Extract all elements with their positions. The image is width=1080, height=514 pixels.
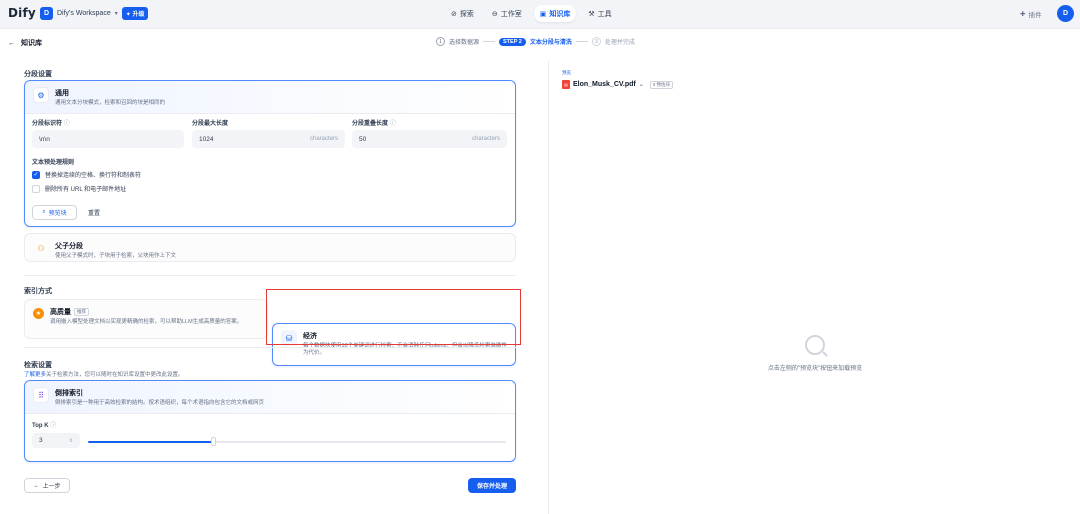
main-panel: ← 知识库 1 选择数据源 STEP 2 文本分段与清洗 3 处理并完成 分段设… [0, 28, 1080, 514]
file-selector[interactable]: ▤ Elon_Musk_CV.pdf ⌄ 0 预估块 [562, 80, 674, 89]
topk-label: Top K ⓘ [32, 423, 57, 429]
index-section-title: 索引方式 [24, 288, 52, 295]
high-quality-desc: 调用嵌入模型处理文档以实现更精确的检索，可以帮助LLM生成高质量的答案。 [50, 319, 243, 325]
topk-slider-fill [88, 441, 214, 443]
inverted-index-desc: 倒排索引是一种用于高效检索的结构。按术语组织，每个术语指向包含它的文档或网页 [55, 400, 265, 406]
inverted-index-card[interactable]: ⠿ 倒排索引 倒排索引是一种用于高效检索的结构。按术语组织，每个术语指向包含它的… [24, 380, 516, 462]
max-length-label: 分段最大长度 [192, 121, 229, 127]
preprocess-title: 文本预处理规则 [32, 160, 75, 166]
arrow-left-icon: ← [33, 482, 40, 489]
parent-child-desc: 使用父子模式时，子块用于检索，父块用作上下文 [55, 253, 177, 259]
section-divider [24, 347, 516, 348]
economy-desc: 每个数据块使用10个关键词进行检索，不会消耗任何tokens，但会以降低检索准确… [303, 343, 507, 357]
recommended-badge: 推荐 [74, 308, 89, 316]
general-mode-header: ⚙ 通用 通用文本分块模式，检索和召回的块是相同的 [25, 81, 515, 115]
nav-tools[interactable]: ⚒ 工具 [582, 5, 617, 22]
user-avatar[interactable]: D [1057, 5, 1074, 22]
learn-more-link[interactable]: 了解更多 [24, 372, 46, 378]
preview-label: 预览 [562, 70, 571, 75]
retrieval-subtitle: 了解更多关于检索方法，您可以随时在知识库设置中更改此设置。 [24, 372, 184, 378]
topk-slider[interactable] [88, 437, 506, 446]
max-length-input[interactable]: 1024 characters [192, 130, 345, 148]
star-icon: ★ [33, 308, 44, 319]
nav-knowledge[interactable]: ▣ 知识库 [533, 5, 577, 22]
tool-icon: ⚒ [588, 10, 595, 18]
robot-icon: ⊖ [491, 10, 498, 18]
step1-label: 选择数据源 [449, 40, 480, 46]
reset-button[interactable]: 重置 [81, 205, 107, 220]
step2-label: 文本分段与清洗 [529, 40, 572, 46]
previous-step-button[interactable]: ← 上一步 [24, 478, 70, 493]
inverted-index-title: 倒排索引 [55, 390, 83, 397]
parent-child-mode-card[interactable]: ⚇ 父子分段 使用父子模式时，子块用于检索，父块用作上下文 [24, 233, 516, 262]
rule-remove-urls[interactable]: 删除所有 URL 和电子邮件地址 [32, 184, 126, 193]
chevron-down-icon: ⌄ [638, 82, 644, 88]
overlap-label: 分段重叠长度 ⓘ [352, 121, 396, 127]
compass-icon: ⊘ [451, 10, 457, 18]
checkbox-checked[interactable]: ✓ [32, 170, 40, 179]
search-icon: ⌕ [42, 209, 46, 215]
high-quality-card[interactable]: ★ 高质量 推荐 调用嵌入模型处理文档以实现更精确的检索，可以帮助LLM生成高质量… [24, 299, 268, 339]
panel-divider [548, 61, 549, 514]
delimiter-input[interactable]: \n\n [32, 130, 184, 148]
nav-studio[interactable]: ⊖ 工作室 [486, 5, 528, 22]
rule-replace-spaces[interactable]: ✓ 替换掉连续的空格、换行符和制表符 [32, 170, 141, 179]
parent-child-icon: ⚇ [37, 243, 45, 253]
pdf-icon: ▤ [562, 80, 570, 89]
puzzle-icon: ✚ [1020, 11, 1026, 18]
book-icon: ▣ [539, 10, 547, 18]
general-mode-title: 通用 [55, 90, 69, 97]
stepper: 1 选择数据源 STEP 2 文本分段与清洗 3 处理并完成 [436, 37, 635, 46]
step-connector [575, 41, 588, 42]
workspace-name: Dify's Workspace [57, 10, 111, 17]
segment-section-title: 分段设置 [24, 71, 52, 78]
high-quality-title: 高质量 推荐 [50, 307, 242, 317]
topk-slider-thumb[interactable] [210, 437, 216, 446]
section-divider [24, 275, 516, 276]
checkbox-unchecked[interactable] [32, 184, 40, 193]
workspace-avatar: D [40, 7, 53, 20]
info-icon: ⓘ [63, 121, 70, 127]
step1-number: 1 [436, 37, 445, 46]
settings-icon: ⚙ [33, 87, 49, 103]
save-and-process-button[interactable]: 保存并处理 [468, 478, 516, 493]
workspace-switcher[interactable]: D Dify's Workspace ▾ ✦ 升级 [40, 6, 149, 21]
step2-pill: STEP 2 [499, 37, 526, 46]
arrow-left-icon: ← [8, 39, 15, 47]
overlap-input[interactable]: 50 characters [352, 130, 507, 148]
plugins-button[interactable]: ✚ 插件 [1020, 9, 1041, 19]
search-icon [805, 335, 825, 355]
chunk-count-badge: 0 预估块 [649, 80, 674, 89]
stepper-arrows-icon[interactable]: ⇕ [69, 438, 73, 444]
info-icon: ⓘ [50, 423, 57, 429]
main-nav: ⊘ 探索 ⊖ 工作室 ▣ 知识库 ⚒ 工具 [445, 5, 618, 22]
delimiter-label: 分段标识符 ⓘ [32, 121, 70, 127]
upgrade-button[interactable]: ✦ 升级 [121, 7, 149, 20]
step-connector [483, 41, 496, 42]
back-to-knowledge[interactable]: ← 知识库 [8, 38, 42, 48]
preview-empty-text: 点击左侧的"预览块"按钮来加载预览 [767, 366, 863, 372]
dify-logo[interactable]: Dify [8, 6, 36, 20]
preview-chunks-button[interactable]: ⌕ 预览块 [32, 205, 77, 220]
general-mode-desc: 通用文本分块模式，检索和召回的块是相同的 [55, 100, 166, 106]
highlight-box [266, 289, 521, 345]
chevron-down-icon: ▾ [114, 11, 118, 17]
grid-icon: ⠿ [33, 387, 49, 403]
topk-input[interactable]: 3 ⇕ [32, 433, 80, 448]
preview-empty-state: 点击左侧的"预览块"按钮来加载预览 [740, 335, 890, 372]
step3-number: 3 [591, 37, 601, 46]
retrieval-section-title: 检索设置 [24, 362, 52, 369]
info-icon: ⓘ [389, 121, 396, 127]
step3-label: 处理并完成 [604, 40, 635, 46]
logo-text: Dify [8, 6, 36, 20]
top-navigation-bar: Dify D Dify's Workspace ▾ ✦ 升级 ⊘ 探索 ⊖ 工作… [0, 0, 1080, 28]
parent-child-title: 父子分段 [55, 243, 83, 250]
nav-explore[interactable]: ⊘ 探索 [445, 5, 480, 22]
